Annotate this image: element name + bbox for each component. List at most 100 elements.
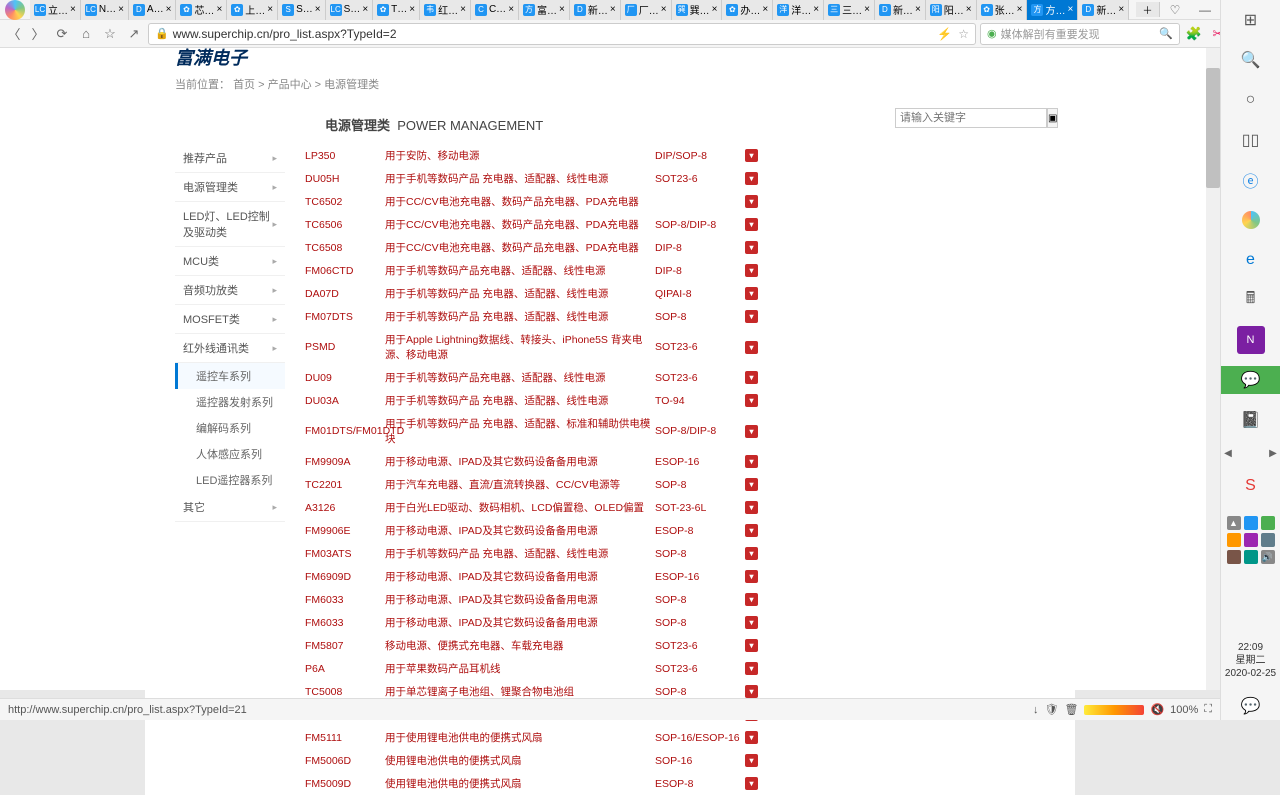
close-icon[interactable]: × (610, 4, 616, 15)
scroll-right-icon[interactable]: ▶ (1266, 448, 1280, 459)
pdf-icon[interactable]: ▾ (745, 731, 758, 744)
pdf-icon[interactable]: ▾ (745, 777, 758, 790)
product-model[interactable]: FM07DTS (305, 311, 385, 323)
app-icon[interactable]: 📓 (1237, 406, 1265, 434)
browser-tab[interactable]: 方方…× (1027, 0, 1078, 20)
download-status-icon[interactable]: ↓ (1033, 704, 1039, 716)
heart-icon[interactable]: ♡ (1160, 3, 1190, 17)
close-icon[interactable]: × (712, 4, 718, 15)
close-icon[interactable]: × (813, 4, 819, 15)
sidebar-category[interactable]: 其它▸ (175, 493, 285, 522)
pdf-icon[interactable]: ▾ (745, 394, 758, 407)
win-taskview-icon[interactable]: ▯▯ (1237, 126, 1265, 154)
product-desc[interactable]: 用于CC/CV电池充电器、数码产品充电器、PDA充电器 (385, 240, 655, 255)
search-icon[interactable]: 🔍 (1159, 27, 1173, 40)
product-model[interactable]: DU09 (305, 372, 385, 384)
product-desc[interactable]: 用于手机等数码产品充电器、适配器、线性电源 (385, 263, 655, 278)
product-desc[interactable]: 用于白光LED驱动、数码相机、LCD偏置稳、OLED偏置 (385, 500, 655, 515)
pdf-icon[interactable]: ▾ (745, 524, 758, 537)
browser-tab[interactable]: 厂厂…× (621, 0, 672, 20)
product-desc[interactable]: 用于手机等数码产品 充电器、适配器、线性电源 (385, 286, 655, 301)
browser-search[interactable]: ◉ 媒体解剖有重要发现 🔍 (980, 23, 1180, 45)
scroll-left-icon[interactable]: ◀ (1221, 448, 1235, 459)
product-model[interactable]: DU03A (305, 395, 385, 407)
product-model[interactable]: FM6033 (305, 617, 385, 629)
product-model[interactable]: FM01DTS/FM01DTD (305, 425, 385, 437)
pdf-icon[interactable]: ▾ (745, 149, 758, 162)
product-model[interactable]: FM03ATS (305, 548, 385, 560)
vertical-scrollbar[interactable] (1206, 48, 1220, 690)
sidebar-category[interactable]: LED灯、LED控制及驱动类▸ (175, 202, 285, 247)
pdf-icon[interactable]: ▾ (745, 478, 758, 491)
product-model[interactable]: FM5006D (305, 755, 385, 767)
browser-tab[interactable]: DA…× (129, 0, 177, 20)
browser-tab[interactable]: D新…× (570, 0, 621, 20)
pdf-icon[interactable]: ▾ (745, 425, 758, 438)
sogou-icon[interactable]: S (1237, 472, 1265, 500)
product-model[interactable]: DA07D (305, 288, 385, 300)
url-field[interactable]: 🔒 www.superchip.cn/pro_list.aspx?TypeId=… (148, 23, 976, 45)
product-desc[interactable]: 用于移动电源、IPAD及其它数码设备备用电源 (385, 523, 655, 538)
product-desc[interactable]: 用于CC/CV电池充电器、数码产品充电器、PDA充电器 (385, 217, 655, 232)
forward-button[interactable]: 〉 (28, 24, 48, 44)
browser-tab[interactable]: 洋洋…× (773, 0, 824, 20)
browser-app-icon[interactable] (1237, 206, 1265, 234)
fullscreen-icon[interactable]: ⛶ (1204, 703, 1212, 716)
close-icon[interactable]: × (1118, 4, 1124, 15)
product-model[interactable]: FM6909D (305, 571, 385, 583)
close-icon[interactable]: × (216, 4, 222, 15)
product-desc[interactable]: 使用锂电池供电的便携式风扇 (385, 776, 655, 791)
wechat-icon[interactable]: 💬 (1221, 366, 1280, 394)
pdf-icon[interactable]: ▾ (745, 172, 758, 185)
favorite-button[interactable]: ☆ (100, 24, 120, 44)
pdf-icon[interactable]: ▾ (745, 570, 758, 583)
pdf-icon[interactable]: ▾ (745, 241, 758, 254)
close-icon[interactable]: × (267, 4, 273, 15)
product-model[interactable]: TC5008 (305, 686, 385, 698)
product-desc[interactable]: 用于移动电源、IPAD及其它数码设备备用电源 (385, 592, 655, 607)
browser-tab[interactable]: SS…× (278, 0, 326, 20)
sidebar-category[interactable]: 音频功放类▸ (175, 276, 285, 305)
trash-icon[interactable]: 🗑 (1064, 703, 1078, 716)
product-desc[interactable]: 用于手机等数码产品 充电器、适配器、线性电源 (385, 171, 655, 186)
browser-tab[interactable]: ✿办…× (722, 0, 773, 20)
sidebar-category[interactable]: 电源管理类▸ (175, 173, 285, 202)
browser-tab[interactable]: ✿T…× (373, 0, 420, 20)
product-desc[interactable]: 用于移动电源、IPAD及其它数码设备备用电源 (385, 615, 655, 630)
browser-tab[interactable]: ✿上…× (227, 0, 278, 20)
pdf-icon[interactable]: ▾ (745, 616, 758, 629)
notifications-icon[interactable]: 💬 (1237, 692, 1265, 720)
product-desc[interactable]: 用于汽车充电器、直流/直流转换器、CC/CV电源等 (385, 477, 655, 492)
pdf-icon[interactable]: ▾ (745, 310, 758, 323)
browser-tab[interactable]: 阳阳…× (926, 0, 977, 20)
sidebar-subcategory[interactable]: 遥控车系列 (175, 363, 285, 389)
product-desc[interactable]: 用于安防、移动电源 (385, 148, 655, 163)
product-model[interactable]: A3126 (305, 502, 385, 514)
product-desc[interactable]: 移动电源、便携式充电器、车载充电器 (385, 638, 655, 653)
product-search-button[interactable]: ▣ (1047, 108, 1058, 128)
star-icon[interactable]: ☆ (958, 27, 969, 41)
product-desc[interactable]: 用于移动电源、IPAD及其它数码设备备用电源 (385, 569, 655, 584)
pdf-icon[interactable]: ▾ (745, 593, 758, 606)
browser-tab[interactable]: 方富…× (519, 0, 570, 20)
close-icon[interactable]: × (661, 4, 667, 15)
browser-tab[interactable]: 巽巽…× (672, 0, 723, 20)
pdf-icon[interactable]: ▾ (745, 754, 758, 767)
sidebar-subcategory[interactable]: 人体感应系列 (175, 441, 285, 467)
browser-tab[interactable]: CC…× (471, 0, 519, 20)
system-tray[interactable]: ▲ 🔊 (1221, 512, 1280, 568)
calculator-icon[interactable]: 🖩 (1237, 286, 1265, 314)
close-icon[interactable]: × (460, 4, 466, 15)
product-desc[interactable]: 用于移动电源、IPAD及其它数码设备备用电源 (385, 454, 655, 469)
browser-tab[interactable]: LCS…× (326, 0, 374, 20)
product-desc[interactable]: 用于手机等数码产品 充电器、适配器、线性电源 (385, 393, 655, 408)
browser-tab[interactable]: ✿张…× (977, 0, 1028, 20)
shield-icon[interactable]: 🛡 (1045, 703, 1059, 716)
sidebar-category[interactable]: 推荐产品▸ (175, 144, 285, 173)
product-desc[interactable]: 用于手机等数码产品 充电器、适配器、线性电源 (385, 309, 655, 324)
back-button[interactable]: 〈 (4, 24, 24, 44)
product-model[interactable]: LP350 (305, 150, 385, 162)
product-desc[interactable]: 使用锂电池供电的便携式风扇 (385, 753, 655, 768)
pdf-icon[interactable]: ▾ (745, 501, 758, 514)
close-icon[interactable]: × (915, 4, 921, 15)
